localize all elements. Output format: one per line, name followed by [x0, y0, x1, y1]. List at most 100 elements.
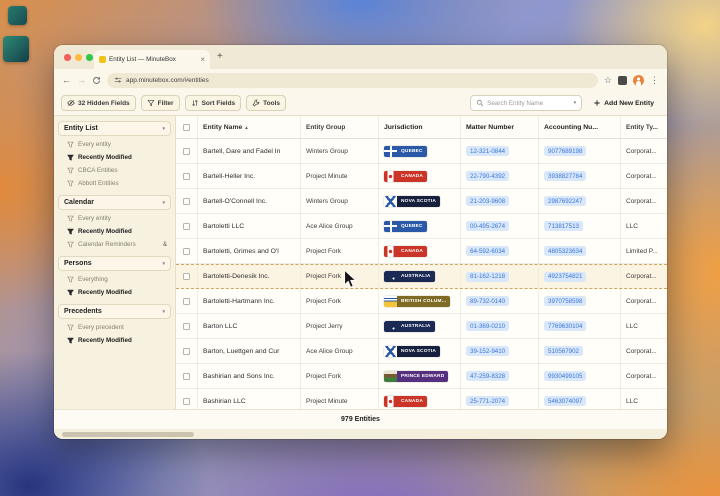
sidebar-item-label: Recently Modified — [78, 337, 132, 344]
sidebar-section-header-persons[interactable]: Persons▾ — [58, 256, 171, 271]
tools-button[interactable]: Tools — [246, 95, 286, 111]
table-row[interactable]: Bartell, Dare and Fadel InWinters GroupQ… — [176, 139, 667, 164]
sidebar-item-cbca-entities[interactable]: CBCA Entities — [54, 164, 175, 177]
column-header-entity-group[interactable]: Entity Group — [301, 116, 379, 138]
entity-name-cell[interactable]: Bashirian and Sons Inc. — [198, 364, 301, 388]
sidebar-item-calendar-reminders[interactable]: Calendar Reminders& — [54, 238, 175, 251]
row-checkbox[interactable] — [183, 273, 190, 280]
desktop-widget-1[interactable] — [8, 6, 27, 25]
row-select-cell[interactable] — [176, 265, 198, 288]
entity-name-cell[interactable]: Bashirian LLC — [198, 389, 301, 409]
zoom-window-button[interactable] — [86, 54, 93, 61]
sidebar-item-recently-modified[interactable]: Recently Modified — [54, 286, 175, 299]
entity-name-cell[interactable]: Bartell, Dare and Fadel In — [198, 139, 301, 163]
sidebar-item-recently-modified[interactable]: Recently Modified — [54, 334, 175, 347]
table-row[interactable]: Bartell-Heller Inc.Project MinuteCANADA2… — [176, 164, 667, 189]
add-new-entity-button[interactable]: Add New Entity — [587, 99, 660, 107]
row-select-cell[interactable] — [176, 214, 198, 238]
row-select-cell[interactable] — [176, 239, 198, 263]
desktop-widget-2[interactable] — [3, 36, 29, 62]
column-header-entity-name[interactable]: Entity Name ▲ — [198, 116, 301, 138]
sidebar-item-everything[interactable]: Everything — [54, 273, 175, 286]
row-select-cell[interactable] — [176, 164, 198, 188]
row-checkbox[interactable] — [183, 248, 190, 255]
entity-name-cell[interactable]: Bartoletti LLC — [198, 214, 301, 238]
browser-menu-icon[interactable]: ⋮ — [650, 76, 659, 85]
sidebar-item-label: Recently Modified — [78, 228, 132, 235]
forward-icon[interactable]: → — [77, 76, 86, 85]
entity-name-cell[interactable]: Bartell-Heller Inc. — [198, 164, 301, 188]
table-row[interactable]: Bartoletti, Grimes and O'lProject ForkCA… — [176, 239, 667, 264]
row-select-cell[interactable] — [176, 314, 198, 338]
row-checkbox[interactable] — [183, 398, 190, 405]
bookmark-star-icon[interactable]: ☆ — [604, 76, 612, 85]
row-checkbox[interactable] — [183, 348, 190, 355]
entity-name-cell[interactable]: Barton, Luettgen and Cur — [198, 339, 301, 363]
search-icon — [476, 99, 484, 107]
sidebar-section-persons: Persons▾ EverythingRecently Modified — [54, 256, 175, 299]
row-checkbox[interactable] — [183, 223, 190, 230]
table-row[interactable]: Bashirian LLCProject MinuteCANADA25-771-… — [176, 389, 667, 409]
filter-button[interactable]: Filter — [141, 95, 180, 111]
row-checkbox[interactable] — [183, 198, 190, 205]
table-header: Entity Name ▲ Entity Group Jurisdiction … — [176, 116, 667, 139]
refresh-icon[interactable] — [92, 76, 101, 85]
back-icon[interactable]: ← — [62, 76, 71, 85]
row-select-cell[interactable] — [176, 364, 198, 388]
sidebar-item-abbott-entities[interactable]: Abbott Entities — [54, 177, 175, 190]
row-select-cell[interactable] — [176, 339, 198, 363]
row-select-cell[interactable] — [176, 389, 198, 409]
row-checkbox[interactable] — [183, 298, 190, 305]
entity-name-cell[interactable]: Bartell-O'Connell Inc. — [198, 189, 301, 213]
hidden-fields-button[interactable]: 32 Hidden Fields — [61, 95, 136, 111]
sort-fields-button[interactable]: Sort Fields — [185, 95, 242, 111]
select-all-checkbox[interactable] — [183, 124, 190, 131]
search-entity-input[interactable]: Search Entity Name ▾ — [470, 95, 582, 111]
site-settings-icon[interactable] — [114, 76, 122, 84]
entity-name-cell[interactable]: Bartoletti-Denesik Inc. — [198, 265, 301, 288]
column-header-entity-type[interactable]: Entity Ty... — [621, 116, 667, 138]
row-select-cell[interactable] — [176, 139, 198, 163]
sidebar-item-every-entity[interactable]: Every entity — [54, 138, 175, 151]
table-row[interactable]: Bartoletti-Denesik Inc.Project ForkAUSTR… — [176, 264, 667, 289]
column-header-accounting-number[interactable]: Accounting Nu... — [539, 116, 621, 138]
row-select-cell[interactable] — [176, 289, 198, 313]
row-checkbox[interactable] — [183, 373, 190, 380]
row-checkbox[interactable] — [183, 148, 190, 155]
entity-name-cell[interactable]: Bartoletti-Hartmann Inc. — [198, 289, 301, 313]
sidebar-section-header-precedents[interactable]: Precedents▾ — [58, 304, 171, 319]
browser-tab[interactable]: Entity List — MinuteBox × — [94, 50, 210, 69]
sidebar-item-recently-modified[interactable]: Recently Modified — [54, 225, 175, 238]
row-checkbox[interactable] — [183, 173, 190, 180]
sidebar-section-header-entity-list[interactable]: Entity List▾ — [58, 121, 171, 136]
column-header-jurisdiction[interactable]: Jurisdiction — [379, 116, 461, 138]
tab-close-icon[interactable]: × — [200, 56, 205, 64]
sidebar-item-every-entity[interactable]: Every entity — [54, 212, 175, 225]
select-all-cell[interactable] — [176, 116, 198, 138]
table-row[interactable]: Barton, Luettgen and CurAce Alice GroupN… — [176, 339, 667, 364]
jurisdiction-cell: QUEBEC — [379, 139, 461, 163]
profile-avatar[interactable] — [633, 75, 644, 86]
column-header-matter-number[interactable]: Matter Number — [461, 116, 539, 138]
table-row[interactable]: Bartell-O'Connell Inc.Winters GroupNOVA … — [176, 189, 667, 214]
sidebar-item-recently-modified[interactable]: Recently Modified — [54, 151, 175, 164]
horizontal-scrollbar[interactable] — [54, 429, 667, 439]
entity-name-cell[interactable]: Barton LLC — [198, 314, 301, 338]
table-row[interactable]: Bashirian and Sons Inc.Project ForkPRINC… — [176, 364, 667, 389]
new-tab-button[interactable]: + — [217, 51, 223, 62]
extension-icon[interactable] — [618, 76, 627, 85]
address-bar[interactable]: app.minutebox.com/#entities — [107, 73, 598, 88]
sidebar-item-every-precedent[interactable]: Every precedent — [54, 321, 175, 334]
jurisdiction-label: AUSTRALIA — [397, 271, 435, 282]
table-row[interactable]: Bartoletti-Hartmann Inc.Project ForkBRIT… — [176, 289, 667, 314]
row-select-cell[interactable] — [176, 189, 198, 213]
scrollbar-thumb[interactable] — [62, 432, 194, 437]
close-window-button[interactable] — [64, 54, 71, 61]
table-row[interactable]: Bartoletti LLCAce Alice GroupQUEBEC00-49… — [176, 214, 667, 239]
row-checkbox[interactable] — [183, 323, 190, 330]
sidebar-section-header-calendar[interactable]: Calendar▾ — [58, 195, 171, 210]
minimize-window-button[interactable] — [75, 54, 82, 61]
chevron-down-icon[interactable]: ▾ — [574, 100, 577, 106]
entity-name-cell[interactable]: Bartoletti, Grimes and O'l — [198, 239, 301, 263]
table-row[interactable]: Barton LLCProject JerryAUSTRALIA01-369-0… — [176, 314, 667, 339]
